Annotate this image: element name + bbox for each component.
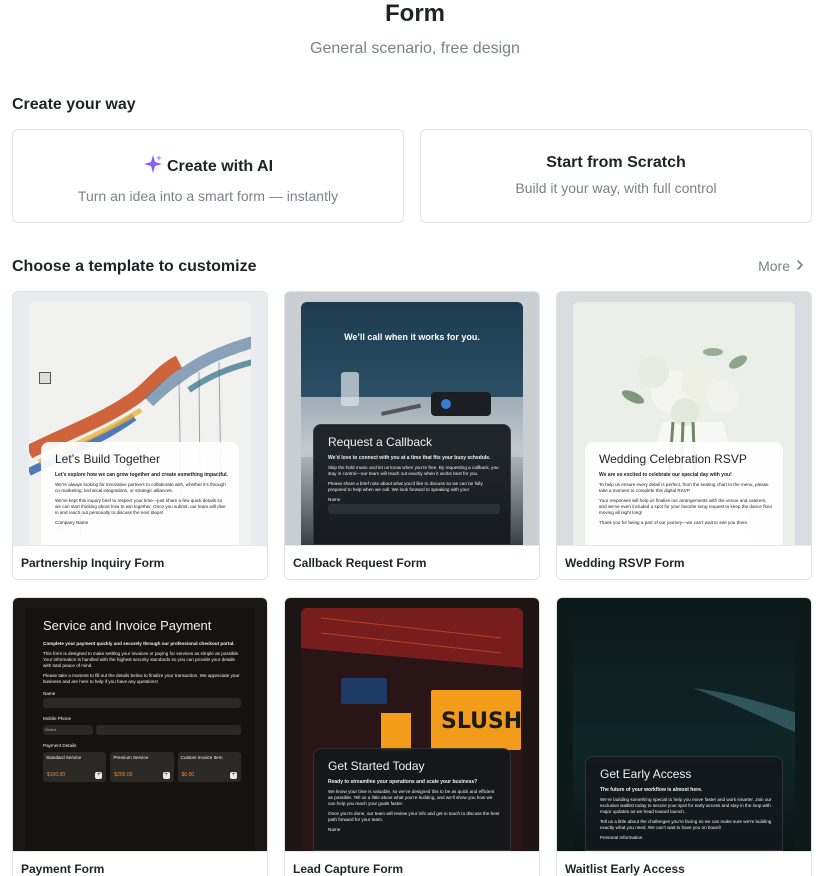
template-lead: We are so excited to celebrate our speci… [599, 472, 732, 478]
template-label: Payment Form [13, 851, 267, 876]
template-label: Wedding RSVP Form [557, 545, 811, 579]
payment-item-name: Standard Service [46, 755, 82, 760]
template-label: Callback Request Form [285, 545, 539, 579]
template-card-waitlist[interactable]: Get Early Access The future of your work… [556, 597, 812, 876]
template-body: We’ve kept this inquiry brief to respect… [55, 498, 226, 515]
template-section-title: Choose a template to customize [12, 258, 257, 275]
payment-item-amount: $0.00 [181, 772, 195, 778]
field-label: Personal Information [600, 835, 643, 840]
payment-details-label: Payment Details [43, 743, 77, 748]
template-card-wedding[interactable]: Wedding Celebration RSVP We are so excit… [556, 291, 812, 580]
template-body: We’re always looking for innovative part… [55, 482, 226, 493]
field-label: Name [328, 497, 341, 502]
payment-item-name: Custom Invoice Item [180, 755, 223, 760]
name-input [328, 504, 500, 514]
payment-item-card: Custom Invoice Item $0.00 + [177, 752, 241, 782]
start-from-scratch-title: Start from Scratch [546, 154, 686, 171]
plus-icon: + [95, 772, 103, 779]
template-body: Please share a brief note about what you… [328, 481, 483, 492]
template-thumbnail: Service and Invoice Payment Complete you… [13, 598, 267, 851]
template-lead: Ready to streamline your operations and … [328, 779, 478, 785]
template-lead: Complete your payment quickly and secure… [43, 641, 235, 646]
create-with-ai-card[interactable]: Create with AI Turn an idea into a smart… [12, 129, 404, 223]
template-card-callback[interactable]: We’ll call when it works for you. Reques… [284, 291, 540, 580]
payment-item-amount: $200.00 [114, 772, 133, 778]
template-label: Waitlist Early Access [557, 851, 811, 876]
more-link-label: More [758, 258, 790, 274]
template-heading: Wedding Celebration RSVP [599, 452, 747, 466]
template-body: We know your time is valuable, so we’ve … [328, 789, 495, 806]
create-with-ai-title: Create with AI [166, 157, 274, 175]
template-label: Partnership Inquiry Form [13, 545, 267, 579]
phone-input [96, 725, 241, 735]
template-thumbnail: Let’s Build Together Let’s explore how w… [13, 292, 267, 545]
payment-item-name: Premium Service [113, 755, 149, 760]
template-body: This form is designed to make settling y… [43, 651, 240, 668]
start-from-scratch-description: Build it your way, with full control [515, 180, 717, 196]
payment-item-amount: $100.00 [47, 772, 66, 778]
field-label: Name [328, 827, 341, 832]
template-thumbnail: We’ll call when it works for you. Reques… [285, 292, 539, 545]
template-card-partnership[interactable]: Let’s Build Together Let’s explore how w… [12, 291, 268, 580]
sparkle-icon [143, 154, 163, 179]
create-section-title: Create your way [12, 96, 136, 113]
template-heading: Request a Callback [328, 435, 433, 449]
template-body: Once you’re done, our team will review y… [328, 811, 500, 822]
field-label-name: Name [43, 691, 56, 696]
template-body: Your responses will help us finalize our… [599, 498, 773, 515]
square-icon [39, 372, 51, 384]
template-heading: Service and Invoice Payment [43, 618, 212, 633]
template-body: Skip the hold music and let us know when… [328, 465, 499, 476]
template-heading: Let’s Build Together [55, 452, 160, 466]
template-card-payment[interactable]: Service and Invoice Payment Complete you… [12, 597, 268, 876]
chevron-right-icon [794, 258, 806, 274]
page-title: Form [385, 0, 445, 27]
plus-icon: + [229, 772, 237, 779]
template-thumbnail: Get Early Access The future of your work… [557, 598, 811, 851]
sign-text: SLUSH [441, 709, 522, 734]
template-thumbnail: Wedding Celebration RSVP We are so excit… [557, 292, 811, 545]
country-select: Select [43, 725, 93, 735]
template-card-lead-capture[interactable]: SLUSH Get Started Today Ready to streaml… [284, 597, 540, 876]
template-body: Thank you for being a part of our journe… [599, 520, 749, 525]
create-with-ai-description: Turn an idea into a smart form — instant… [77, 188, 339, 204]
payment-item-card: Standard Service $100.00 + [43, 752, 107, 782]
plus-icon: + [162, 772, 170, 779]
template-thumbnail: SLUSH Get Started Today Ready to streaml… [285, 598, 539, 851]
payment-item-card: Premium Service $200.00 + [110, 752, 174, 782]
template-body: Tell us a little about the challenges yo… [600, 819, 772, 830]
template-heading: Get Early Access [600, 767, 692, 781]
template-body: To help us ensure every detail is perfec… [599, 482, 769, 493]
field-label-phone: Mobile Phone [43, 716, 72, 721]
template-label: Lead Capture Form [285, 851, 539, 876]
more-link[interactable]: More [758, 258, 806, 274]
field-label: Company Name [55, 520, 89, 525]
template-body: Please take a moment to fill out the det… [43, 673, 240, 684]
template-lead: We’d love to connect with you at a time … [328, 455, 491, 461]
page-subtitle: General scenario, free design [310, 40, 520, 57]
template-body: We’re building something special to help… [600, 797, 772, 814]
name-input [43, 698, 241, 708]
template-lead: Let’s explore how we can grow together a… [55, 472, 228, 478]
template-lead: The future of your workflow is almost he… [600, 787, 703, 793]
start-from-scratch-card[interactable]: Start from Scratch Build it your way, wi… [420, 129, 812, 223]
template-heading: Get Started Today [328, 759, 425, 773]
